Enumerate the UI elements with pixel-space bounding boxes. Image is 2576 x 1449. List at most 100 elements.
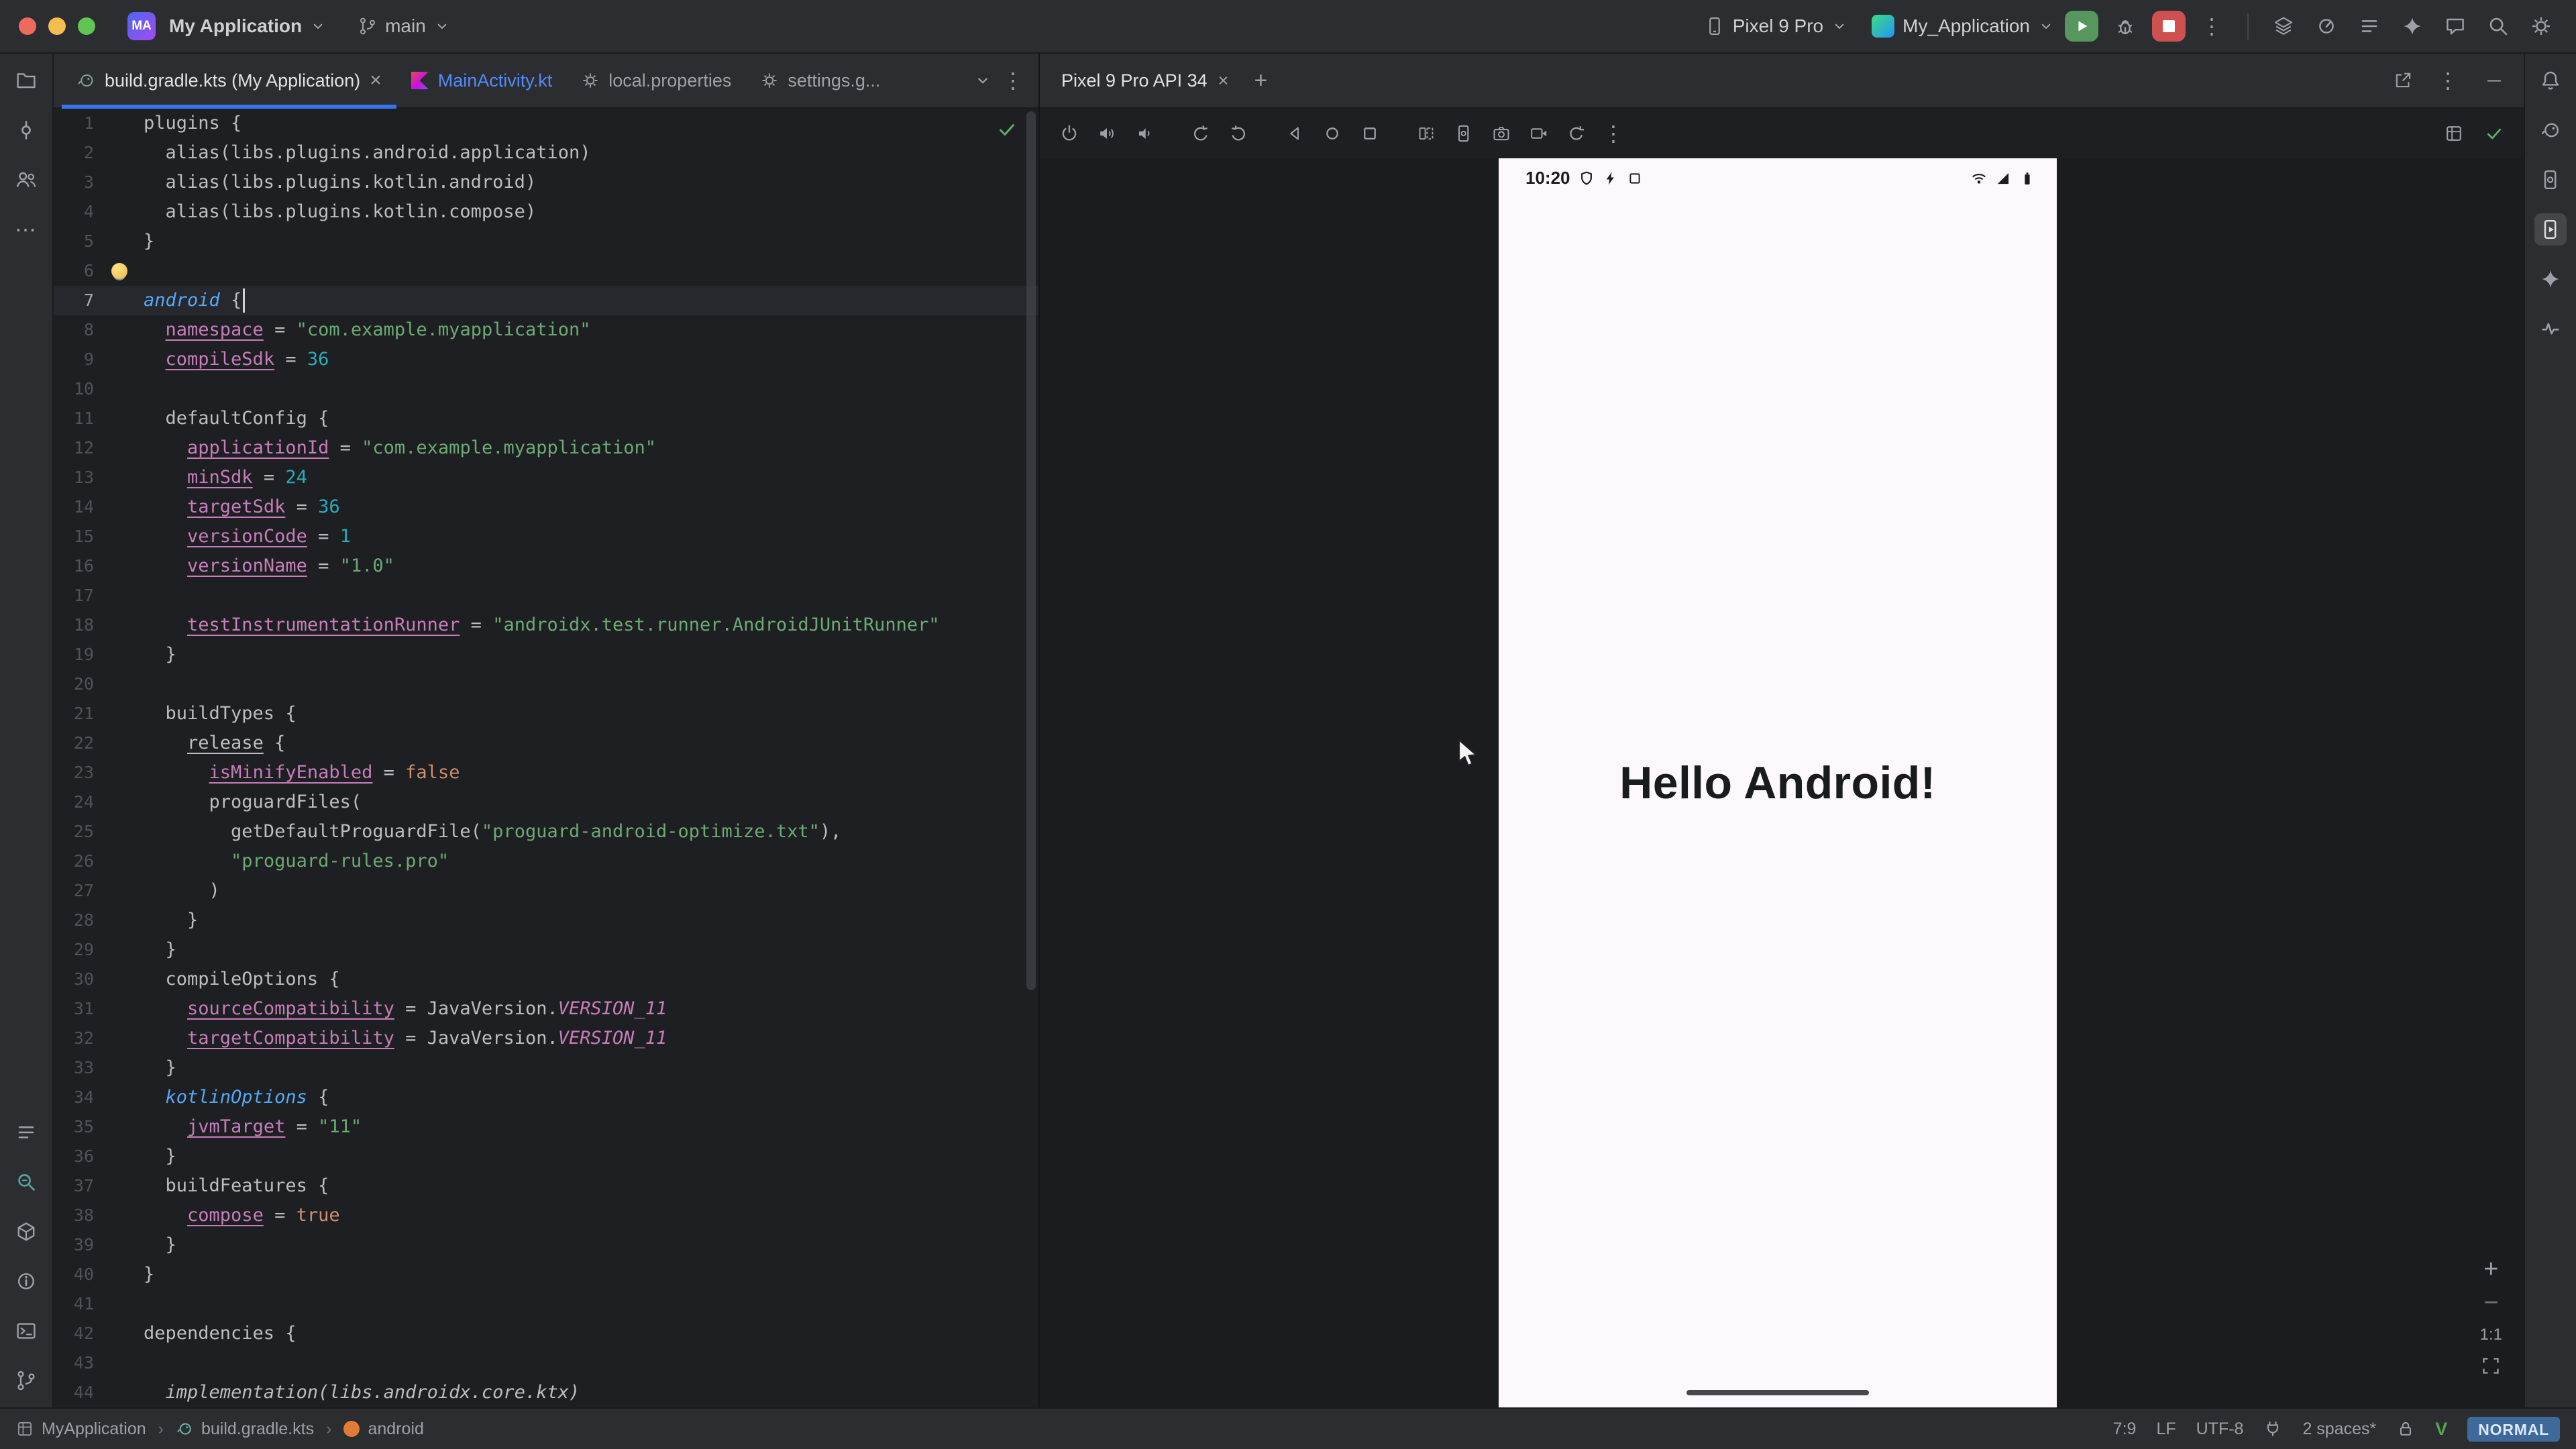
line-number[interactable]: 8 <box>54 315 94 345</box>
device-status-ok-button[interactable] <box>2478 117 2510 150</box>
line-number[interactable]: 34 <box>54 1083 94 1112</box>
gemini-tool-button[interactable] <box>2534 263 2567 295</box>
ideavim-icon[interactable]: V <box>2435 1419 2447 1440</box>
code-line[interactable]: 6 <box>54 256 1038 286</box>
line-number[interactable]: 39 <box>54 1230 94 1260</box>
minimize-window-button[interactable] <box>48 17 66 35</box>
tab-mainactivity-kt[interactable]: MainActivity.kt <box>396 54 568 107</box>
code-line[interactable]: 14 targetSdk = 36 <box>54 492 1038 522</box>
zoom-actual-button[interactable]: 1:1 <box>2480 1326 2502 1344</box>
code-line[interactable]: 25 getDefaultProguardFile("proguard-andr… <box>54 817 1038 847</box>
screen-record-button[interactable] <box>1523 117 1555 150</box>
line-number[interactable]: 20 <box>54 669 94 699</box>
line-number[interactable]: 31 <box>54 994 94 1024</box>
code-line[interactable]: 4 alias(libs.plugins.kotlin.compose) <box>54 197 1038 227</box>
code-line[interactable]: 37 buildFeatures { <box>54 1171 1038 1201</box>
line-number[interactable]: 5 <box>54 227 94 256</box>
line-separator-widget[interactable]: LF <box>2156 1419 2176 1439</box>
code-line[interactable]: 30 compileOptions { <box>54 965 1038 994</box>
code-line[interactable]: 2 alias(libs.plugins.android.application… <box>54 138 1038 168</box>
code-line[interactable]: 5} <box>54 227 1038 256</box>
settings-button[interactable] <box>2525 10 2557 42</box>
overview-button[interactable] <box>1354 117 1386 150</box>
line-number[interactable]: 2 <box>54 138 94 168</box>
code-line[interactable]: 19 } <box>54 640 1038 669</box>
line-number[interactable]: 10 <box>54 374 94 404</box>
line-number[interactable]: 27 <box>54 876 94 906</box>
line-number[interactable]: 25 <box>54 817 94 847</box>
line-number[interactable]: 12 <box>54 433 94 463</box>
code-line[interactable]: 12 applicationId = "com.example.myapplic… <box>54 433 1038 463</box>
line-number[interactable]: 28 <box>54 906 94 935</box>
line-number[interactable]: 42 <box>54 1319 94 1348</box>
tab-build-gradle-kts[interactable]: build.gradle.kts (My Application) × <box>62 54 396 107</box>
display-mode-button[interactable] <box>2438 117 2470 150</box>
plug-icon[interactable] <box>2263 1419 2282 1438</box>
line-number[interactable]: 33 <box>54 1053 94 1083</box>
encoding-widget[interactable]: UTF-8 <box>2196 1419 2244 1439</box>
tab-settings-gradle[interactable]: settings.g... <box>746 54 895 107</box>
code-line[interactable]: 23 isMinifyEnabled = false <box>54 758 1038 788</box>
search-everywhere-button[interactable] <box>2482 10 2514 42</box>
breadcrumb-project[interactable]: MyApplication <box>42 1419 146 1439</box>
gemini-button[interactable] <box>2396 10 2428 42</box>
breadcrumb-block[interactable]: android <box>343 1419 423 1439</box>
line-number[interactable]: 32 <box>54 1024 94 1053</box>
code-line[interactable]: 28 } <box>54 906 1038 935</box>
code-line[interactable]: 10 <box>54 374 1038 404</box>
run-configuration-selector[interactable]: My_Application <box>1872 15 2054 38</box>
feedback-button[interactable] <box>2439 10 2471 42</box>
code-line[interactable]: 18 testInstrumentationRunner = "androidx… <box>54 610 1038 640</box>
line-number[interactable]: 11 <box>54 404 94 433</box>
sidebar-terminal-button[interactable] <box>10 1315 42 1347</box>
inspections-ok-icon[interactable] <box>997 119 1017 140</box>
zoom-window-button[interactable] <box>78 17 95 35</box>
close-window-button[interactable] <box>19 17 36 35</box>
running-devices-button[interactable] <box>2534 213 2567 246</box>
line-number[interactable]: 22 <box>54 729 94 758</box>
code-line[interactable]: 36 } <box>54 1142 1038 1171</box>
sidebar-app-inspection-button[interactable] <box>10 1166 42 1198</box>
branch-selector[interactable]: main <box>358 15 450 37</box>
code-line[interactable]: 3 alias(libs.plugins.kotlin.android) <box>54 168 1038 197</box>
code-editor[interactable]: 1plugins {2 alias(libs.plugins.android.a… <box>54 109 1038 1407</box>
close-tab-icon[interactable]: × <box>1218 70 1229 91</box>
gradle-tool-button[interactable] <box>2534 114 2567 146</box>
code-line[interactable]: 40} <box>54 1260 1038 1289</box>
profiler-button[interactable] <box>2310 10 2343 42</box>
add-device-tab-button[interactable]: + <box>1244 64 1277 97</box>
code-line[interactable]: 20 <box>54 669 1038 699</box>
line-number[interactable]: 23 <box>54 758 94 788</box>
tab-options-icon[interactable]: ⋮ <box>1002 68 1025 93</box>
line-number[interactable]: 13 <box>54 463 94 492</box>
sidebar-pull-requests-button[interactable] <box>10 164 42 196</box>
tool-window-options-button[interactable]: ⋮ <box>2432 64 2465 97</box>
line-number[interactable]: 15 <box>54 522 94 551</box>
caret-position-widget[interactable]: 7:9 <box>2113 1419 2137 1439</box>
line-number[interactable]: 40 <box>54 1260 94 1289</box>
line-number[interactable]: 36 <box>54 1142 94 1171</box>
hidden-tabs-chevron-icon[interactable] <box>974 72 991 89</box>
indent-widget[interactable]: 2 spaces* <box>2302 1419 2376 1439</box>
line-number[interactable]: 3 <box>54 168 94 197</box>
code-line[interactable]: 35 jvmTarget = "11" <box>54 1112 1038 1142</box>
open-in-window-button[interactable] <box>2387 64 2419 97</box>
sidebar-problems-button[interactable] <box>10 1265 42 1297</box>
gesture-navigation-bar[interactable] <box>1686 1390 1869 1395</box>
code-line[interactable]: 39 } <box>54 1230 1038 1260</box>
line-number[interactable]: 29 <box>54 935 94 965</box>
line-number[interactable]: 18 <box>54 610 94 640</box>
line-number[interactable]: 16 <box>54 551 94 581</box>
code-line[interactable]: 42dependencies { <box>54 1319 1038 1348</box>
volume-down-button[interactable] <box>1128 117 1161 150</box>
project-selector[interactable]: My Application <box>169 15 326 37</box>
code-line[interactable]: 7android { <box>54 286 1038 315</box>
code-line[interactable]: 21 buildTypes { <box>54 699 1038 729</box>
code-line[interactable]: 9 compileSdk = 36 <box>54 345 1038 374</box>
code-line[interactable]: 8 namespace = "com.example.myapplication… <box>54 315 1038 345</box>
line-number[interactable]: 43 <box>54 1348 94 1378</box>
line-number[interactable]: 24 <box>54 788 94 817</box>
line-number[interactable]: 30 <box>54 965 94 994</box>
sidebar-version-control-button[interactable] <box>10 1364 42 1397</box>
lock-icon[interactable] <box>2396 1419 2415 1438</box>
